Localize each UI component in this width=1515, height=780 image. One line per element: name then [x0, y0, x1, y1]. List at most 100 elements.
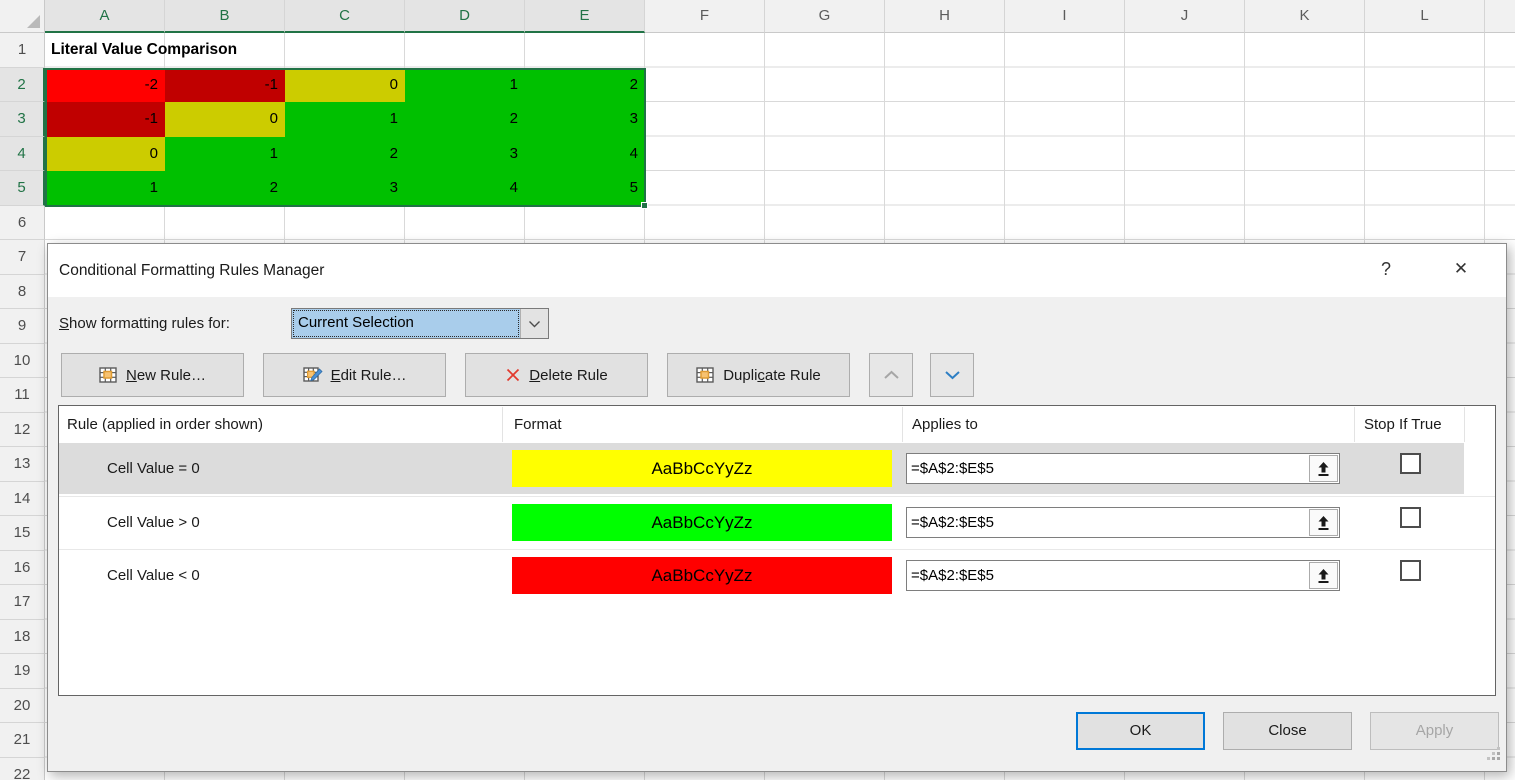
- cell-D2[interactable]: 1: [405, 68, 525, 103]
- dialog-titlebar[interactable]: Conditional Formatting Rules Manager ? ✕: [48, 244, 1506, 297]
- column-header-H[interactable]: H: [885, 0, 1005, 33]
- column-header-B[interactable]: B: [165, 0, 285, 33]
- duplicate-rule-label: Duplicate Rule: [723, 367, 821, 384]
- help-button[interactable]: ?: [1371, 244, 1401, 294]
- row-header-13[interactable]: 13: [0, 447, 45, 482]
- collapse-dialog-button[interactable]: [1309, 509, 1338, 536]
- rule-name: Cell Value = 0: [107, 443, 200, 494]
- select-all-icon: [27, 15, 40, 28]
- new-rule-button[interactable]: New Rule…: [61, 353, 244, 397]
- rule-row-cell-value-gt-0[interactable]: Cell Value > 0 AaBbCcYyZz =$A$2:$E$5: [59, 496, 1495, 547]
- row-header-21[interactable]: 21: [0, 723, 45, 758]
- row-header-2[interactable]: 2: [0, 68, 45, 103]
- close-icon[interactable]: ✕: [1444, 244, 1478, 294]
- column-header-C[interactable]: C: [285, 0, 405, 33]
- column-header-E[interactable]: E: [525, 0, 645, 33]
- cell-D5[interactable]: 4: [405, 171, 525, 206]
- stop-if-true-checkbox[interactable]: [1400, 453, 1421, 474]
- cell-B5[interactable]: 2: [165, 171, 285, 206]
- applies-to-field[interactable]: =$A$2:$E$5: [906, 453, 1340, 484]
- cell-C3[interactable]: 1: [285, 102, 405, 137]
- cell-D4[interactable]: 3: [405, 137, 525, 172]
- column-header-K[interactable]: K: [1245, 0, 1365, 33]
- row-header-4[interactable]: 4: [0, 137, 45, 172]
- column-header-F[interactable]: F: [645, 0, 765, 33]
- row-header-1[interactable]: 1: [0, 33, 45, 68]
- cell-A5[interactable]: 1: [45, 171, 165, 206]
- cell-A1-title[interactable]: Literal Value Comparison: [45, 33, 525, 68]
- row-header-5[interactable]: 5: [0, 171, 45, 206]
- column-header-J[interactable]: J: [1125, 0, 1245, 33]
- cell-A4[interactable]: 0: [45, 137, 165, 172]
- cell-B4[interactable]: 1: [165, 137, 285, 172]
- row-header-7[interactable]: 7: [0, 240, 45, 275]
- rules-list-header: Rule (applied in order shown) Format App…: [59, 406, 1495, 443]
- rule-row-cell-value-eq-0[interactable]: Cell Value = 0 AaBbCcYyZz =$A$2:$E$5: [59, 443, 1495, 494]
- select-all-button[interactable]: [0, 0, 45, 33]
- row-header-11[interactable]: 11: [0, 378, 45, 413]
- row-header-6[interactable]: 6: [0, 206, 45, 241]
- applies-to-field[interactable]: =$A$2:$E$5: [906, 560, 1340, 591]
- stop-if-true-checkbox[interactable]: [1400, 507, 1421, 528]
- row-header-15[interactable]: 15: [0, 516, 45, 551]
- rule-row-cell-value-lt-0[interactable]: Cell Value < 0 AaBbCcYyZz =$A$2:$E$5: [59, 549, 1495, 600]
- cell-C4[interactable]: 2: [285, 137, 405, 172]
- row-header-14[interactable]: 14: [0, 482, 45, 517]
- column-header-A[interactable]: A: [45, 0, 165, 33]
- cell-A2[interactable]: -2: [45, 68, 165, 103]
- row-header-19[interactable]: 19: [0, 654, 45, 689]
- column-headers: A B C D E F G H I J K L: [45, 0, 1515, 33]
- cell-E4[interactable]: 4: [525, 137, 645, 172]
- stop-if-true-checkbox[interactable]: [1400, 560, 1421, 581]
- cell-C5[interactable]: 3: [285, 171, 405, 206]
- cell-B2[interactable]: -1: [165, 68, 285, 103]
- edit-rule-button[interactable]: Edit Rule…: [263, 353, 446, 397]
- cell-C2[interactable]: 0: [285, 68, 405, 103]
- row-header-22[interactable]: 22: [0, 758, 45, 780]
- row-header-12[interactable]: 12: [0, 413, 45, 448]
- new-rule-table-icon: [99, 366, 118, 384]
- header-rule: Rule (applied in order shown): [67, 406, 263, 443]
- duplicate-rule-button[interactable]: Duplicate Rule: [667, 353, 850, 397]
- column-header-D[interactable]: D: [405, 0, 525, 33]
- cell-D3[interactable]: 2: [405, 102, 525, 137]
- format-preview: AaBbCcYyZz: [512, 450, 892, 487]
- row-header-17[interactable]: 17: [0, 585, 45, 620]
- cell-A3[interactable]: -1: [45, 102, 165, 137]
- move-rule-up-button[interactable]: [869, 353, 913, 397]
- row-header-16[interactable]: 16: [0, 551, 45, 586]
- resize-grip[interactable]: [1487, 747, 1501, 766]
- column-header-L[interactable]: L: [1365, 0, 1485, 33]
- header-applies-to: Applies to: [912, 406, 978, 443]
- cell-E3[interactable]: 3: [525, 102, 645, 137]
- row-header-8[interactable]: 8: [0, 275, 45, 310]
- cell-B3[interactable]: 0: [165, 102, 285, 137]
- applies-to-field[interactable]: =$A$2:$E$5: [906, 507, 1340, 538]
- ok-button[interactable]: OK: [1076, 712, 1205, 750]
- close-button[interactable]: Close: [1223, 712, 1352, 750]
- chevron-down-blue-icon: [944, 367, 961, 384]
- format-preview: AaBbCcYyZz: [512, 557, 892, 594]
- collapse-dialog-button[interactable]: [1309, 562, 1338, 589]
- rule-name: Cell Value < 0: [107, 550, 200, 601]
- move-rule-down-button[interactable]: [930, 353, 974, 397]
- format-preview: AaBbCcYyZz: [512, 504, 892, 541]
- cell-E5[interactable]: 5: [525, 171, 645, 206]
- show-rules-dropdown[interactable]: Current Selection: [291, 308, 549, 339]
- apply-button[interactable]: Apply: [1370, 712, 1499, 750]
- row-header-20[interactable]: 20: [0, 689, 45, 724]
- row-header-3[interactable]: 3: [0, 102, 45, 137]
- collapse-dialog-button[interactable]: [1309, 455, 1338, 482]
- row-header-9[interactable]: 9: [0, 309, 45, 344]
- row-header-18[interactable]: 18: [0, 620, 45, 655]
- delete-rule-button[interactable]: Delete Rule: [465, 353, 648, 397]
- cell-E2[interactable]: 2: [525, 68, 645, 103]
- new-rule-label: New Rule…: [126, 367, 206, 384]
- show-rules-selected-value[interactable]: Current Selection: [292, 309, 520, 338]
- column-header-I[interactable]: I: [1005, 0, 1125, 33]
- rules-toolbar: New Rule… Edit Rule…: [61, 353, 991, 397]
- chevron-down-icon[interactable]: [520, 309, 548, 338]
- value-matrix: -2 -1 0 1 2 -1 0 1 2 3 0 1 2 3 4 1 2 3 4…: [45, 68, 645, 206]
- column-header-G[interactable]: G: [765, 0, 885, 33]
- row-header-10[interactable]: 10: [0, 344, 45, 379]
